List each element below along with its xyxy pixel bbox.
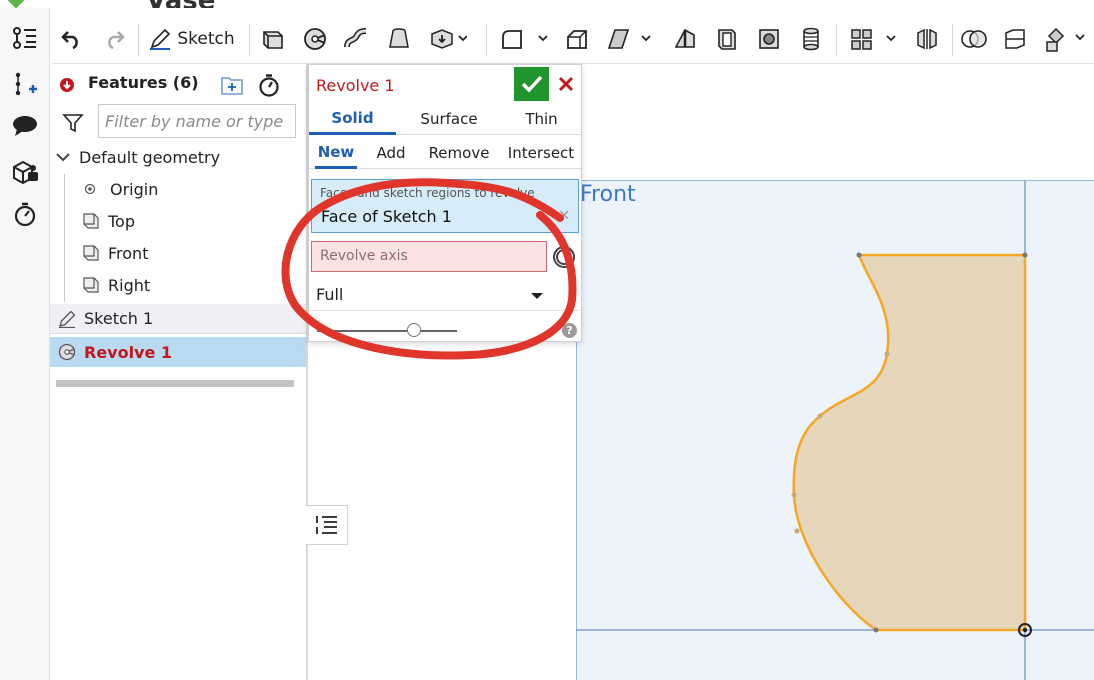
- fillet-icon[interactable]: [496, 22, 552, 56]
- thread-icon[interactable]: [796, 22, 826, 56]
- faces-field-value: Face of Sketch 1: [321, 207, 452, 226]
- history-icon[interactable]: [10, 200, 40, 228]
- extrude-icon[interactable]: [258, 22, 288, 56]
- dialog-slider-thumb[interactable]: [407, 323, 421, 337]
- feature-item-label: Sketch 1: [84, 309, 154, 328]
- feature-item-top[interactable]: Top: [50, 206, 306, 236]
- feature-filter-input[interactable]: Filter by name or type: [98, 104, 296, 138]
- pattern-icon[interactable]: [846, 22, 902, 56]
- mirror-icon[interactable]: [912, 22, 942, 56]
- feature-status-icon[interactable]: [60, 78, 74, 92]
- feature-list-toggle[interactable]: [306, 505, 348, 545]
- checkmark-icon: [521, 75, 542, 93]
- chevron-down-icon: [531, 293, 543, 299]
- cancel-button[interactable]: [553, 67, 579, 101]
- faces-field-hint: Faces and sketch regions to revolve: [320, 186, 535, 200]
- add-folder-icon[interactable]: [220, 74, 244, 96]
- help-icon[interactable]: ?: [562, 323, 577, 338]
- feature-item-label: Origin: [110, 179, 159, 199]
- feature-item-revolve-1[interactable]: Revolve 1: [50, 337, 306, 367]
- thicken-icon[interactable]: [426, 22, 470, 56]
- sketch-button-label: Sketch: [177, 29, 235, 49]
- close-icon: [558, 76, 574, 92]
- tab-new[interactable]: New: [315, 137, 357, 169]
- plane-icon: [83, 245, 99, 261]
- feature-item-origin[interactable]: Origin: [50, 174, 306, 204]
- feature-list-panel: Features (6) Filter by name or type Defa…: [50, 64, 308, 680]
- rollback-timer-icon[interactable]: [258, 73, 280, 97]
- draft-icon[interactable]: [604, 22, 654, 56]
- origin-icon: [84, 183, 96, 195]
- feature-list-header: Features (6): [50, 64, 306, 102]
- left-rail: [0, 8, 50, 680]
- top-header-strip: Vase: [0, 0, 1094, 8]
- shell-icon[interactable]: [712, 22, 742, 56]
- feature-item-front[interactable]: Front: [50, 238, 306, 268]
- tab-add[interactable]: Add: [371, 137, 411, 169]
- tab-intersect[interactable]: Intersect: [507, 137, 575, 169]
- operation-tabs: New Add Remove Intersect: [309, 137, 581, 169]
- feature-item-label: Right: [108, 275, 151, 295]
- revolve-dialog: Revolve 1 Solid Surface Thin New Add Rem…: [308, 64, 582, 342]
- feature-tree-icon[interactable]: [10, 24, 40, 52]
- feature-item-label: Top: [108, 211, 135, 231]
- document-title[interactable]: Vase: [146, 0, 215, 8]
- feature-item-sketch-1[interactable]: Sketch 1: [50, 304, 306, 334]
- comment-icon[interactable]: [10, 112, 40, 140]
- sweep-icon[interactable]: [342, 22, 372, 56]
- boolean-icon[interactable]: [958, 22, 990, 56]
- revolve-icon: [58, 343, 76, 361]
- parts-icon[interactable]: [10, 158, 40, 186]
- feature-item-label: Front: [108, 243, 149, 263]
- feature-list-scrollbar[interactable]: [56, 380, 294, 387]
- feature-item-right[interactable]: Right: [50, 270, 306, 300]
- sketch-icon: [59, 310, 76, 328]
- dialog-slider-track[interactable]: [317, 330, 457, 332]
- tab-solid[interactable]: Solid: [309, 103, 396, 135]
- main-toolbar: Sketch: [52, 16, 1094, 64]
- split-icon[interactable]: [1000, 22, 1030, 56]
- default-geometry-label: Default geometry: [79, 147, 221, 167]
- tab-remove[interactable]: Remove: [427, 137, 491, 169]
- plane-icon: [83, 277, 99, 293]
- dialog-title: Revolve 1: [316, 76, 395, 95]
- tab-thin[interactable]: Thin: [504, 103, 579, 135]
- feature-item-label: Revolve 1: [84, 342, 173, 362]
- flip-direction-icon[interactable]: [550, 243, 578, 271]
- clear-selection-icon[interactable]: ✕: [558, 208, 570, 224]
- undo-icon[interactable]: [58, 22, 84, 56]
- list-icon: [315, 516, 337, 534]
- sketch-button[interactable]: Sketch: [148, 22, 236, 56]
- revolve-axis-field[interactable]: Revolve axis: [311, 241, 547, 272]
- faces-selection-field[interactable]: Faces and sketch regions to revolve Face…: [311, 179, 579, 233]
- redo-icon[interactable]: [102, 22, 128, 56]
- filter-icon[interactable]: [62, 112, 84, 134]
- default-geometry-group[interactable]: Default geometry: [50, 142, 306, 172]
- body-type-tabs: Solid Surface Thin: [309, 103, 581, 135]
- tab-surface[interactable]: Surface: [404, 103, 494, 135]
- revolve-icon[interactable]: [300, 22, 330, 56]
- transform-icon[interactable]: [1042, 22, 1088, 56]
- hole-icon[interactable]: [754, 22, 784, 56]
- rib-icon[interactable]: [670, 22, 700, 56]
- sketch-icon: [150, 28, 171, 50]
- app-logo[interactable]: [7, 0, 25, 8]
- insert-icon[interactable]: [10, 70, 40, 98]
- chamfer-icon[interactable]: [562, 22, 592, 56]
- chevron-down-icon[interactable]: [56, 152, 70, 162]
- revolve-type-value: Full: [316, 285, 344, 304]
- revolve-type-select[interactable]: Full: [309, 279, 581, 311]
- loft-icon[interactable]: [384, 22, 414, 56]
- plane-icon: [83, 213, 99, 229]
- accept-button[interactable]: [514, 67, 549, 101]
- feature-list-title: Features (6): [88, 73, 199, 92]
